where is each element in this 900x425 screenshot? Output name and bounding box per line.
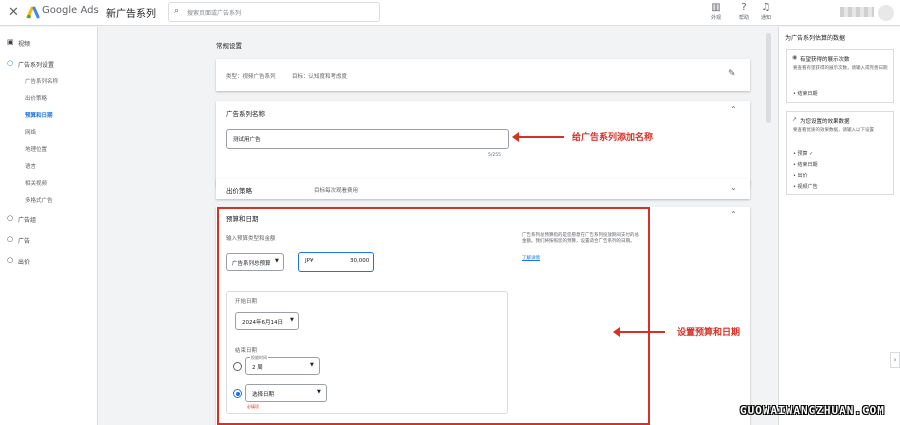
budget-highlight-box <box>217 207 650 425</box>
campaign-type: 类型：视频广告系列 <box>226 74 276 80</box>
requirement-item: • 预算 ✓ <box>793 151 814 157</box>
collapse-panel-button[interactable]: › <box>890 352 900 368</box>
char-counter: 5/255 <box>488 153 501 158</box>
sidebar-subitem[interactable]: 相关视频 <box>25 179 47 187</box>
campaign-name-input[interactable]: 测试用广告 <box>226 129 509 149</box>
sidebar-subitem[interactable]: 广告系列名称 <box>25 77 58 85</box>
card-heading: 有望获得的展示次数 <box>800 57 850 63</box>
scrollbar[interactable] <box>766 33 771 123</box>
card-title: 出价策略 <box>226 187 252 195</box>
impressions-card: ◉ 有望获得的展示次数 要查看有望获得的展示次数，请输入或完善日期 • 结束日期 <box>786 49 894 103</box>
annotation-budget: 设置预算和日期 <box>677 328 741 338</box>
account-info-blurred <box>840 7 874 17</box>
bid-strategy-card[interactable]: 出价策略 目标每次观看费用 ⌄ <box>216 179 750 199</box>
brand-name: Google Ads <box>42 5 99 16</box>
chevron-down-icon[interactable]: ⌄ <box>730 183 737 192</box>
search-placeholder: 搜索页面或广告系列 <box>187 10 242 17</box>
annotation-arrow <box>512 132 564 142</box>
eye-icon: ◉ <box>792 54 798 61</box>
main-content: 常规设置 类型：视频广告系列 目标：认知度和考虑度 ✎ 广告系列名称 ⌃ 测试用… <box>98 27 778 425</box>
section-title: 常规设置 <box>216 42 242 50</box>
card-desc: 要查看有望获得的展示次数，请输入或完善日期 <box>793 66 888 71</box>
sidebar-subitem[interactable]: 出价策略 <box>25 94 47 102</box>
notifications-button[interactable]: ♫ 通知 <box>753 2 779 21</box>
bid-strategy-value: 目标每次观看费用 <box>314 188 359 194</box>
appearance-icon: ▥ <box>711 2 721 13</box>
trend-icon: ↗ <box>792 116 798 123</box>
video-icon: ▣ <box>7 38 14 46</box>
sidebar-subitem[interactable]: 网络 <box>25 128 36 136</box>
sidebar-subitem[interactable]: 地理位置 <box>25 145 47 153</box>
chevron-up-icon[interactable]: ⌃ <box>730 105 737 114</box>
avatar[interactable] <box>878 5 894 21</box>
sidebar: ▣ 视频 ○ 广告系列设置 广告系列名称 出价策略 预算和日期 网络 地理位置 … <box>0 27 98 425</box>
estimates-panel: 为广告系列估算的数据 ◉ 有望获得的展示次数 要查看有望获得的展示次数，请输入或… <box>778 27 900 425</box>
step-circle-icon: ○ <box>7 214 14 222</box>
card-title: 广告系列名称 <box>226 110 265 118</box>
page-title: 新广告系列 <box>106 9 156 20</box>
step-circle-icon: ○ <box>7 59 14 67</box>
sidebar-subitem[interactable]: 语言 <box>25 162 36 170</box>
google-ads-logo-icon <box>26 6 40 19</box>
panel-title: 为广告系列估算的数据 <box>785 35 846 42</box>
requirement-item: • 结束日期 <box>793 162 818 168</box>
search-icon: ⌕ <box>174 6 180 16</box>
campaign-type-card: 类型：视频广告系列 目标：认知度和考虑度 ✎ <box>216 59 750 91</box>
close-icon[interactable]: ✕ <box>8 5 19 20</box>
requirement-item: • 出价 <box>793 173 808 179</box>
requirement-item: • 结束日期 <box>793 91 818 97</box>
chevron-up-icon[interactable]: ⌃ <box>730 210 737 219</box>
requirement-item: • 视频广告 <box>793 184 818 190</box>
search-input[interactable]: ⌕ 搜索页面或广告系列 <box>168 2 380 22</box>
annotation-name: 给广告系列添加名称 <box>572 133 654 143</box>
sidebar-subitem-active[interactable]: 预算和日期 <box>25 111 53 119</box>
performance-card: ↗ 为您设置的效果数据 要查看优质的效果数据，请输入以下设置 • 预算 ✓ • … <box>786 111 894 195</box>
top-bar: ✕ Google Ads 新广告系列 ⌕ 搜索页面或广告系列 ▥ 外观 ? 帮助… <box>0 0 900 26</box>
watermark-text: GUOWAIWANGZHUAN.COM <box>740 404 885 417</box>
bell-icon: ♫ <box>761 2 771 13</box>
annotation-arrow <box>613 327 665 337</box>
step-circle-icon: ○ <box>7 235 14 243</box>
step-circle-icon: ○ <box>7 256 14 264</box>
card-desc: 要查看优质的效果数据，请输入以下设置 <box>793 128 874 133</box>
campaign-name-card: 广告系列名称 ⌃ 测试用广告 5/255 <box>216 101 750 187</box>
campaign-goal: 目标：认知度和考虑度 <box>292 74 348 80</box>
edit-icon[interactable]: ✎ <box>728 69 736 79</box>
card-heading: 为您设置的效果数据 <box>800 119 850 125</box>
appearance-button[interactable]: ▥ 外观 <box>703 2 729 21</box>
sidebar-subitem[interactable]: 多格式广告 <box>25 196 53 204</box>
